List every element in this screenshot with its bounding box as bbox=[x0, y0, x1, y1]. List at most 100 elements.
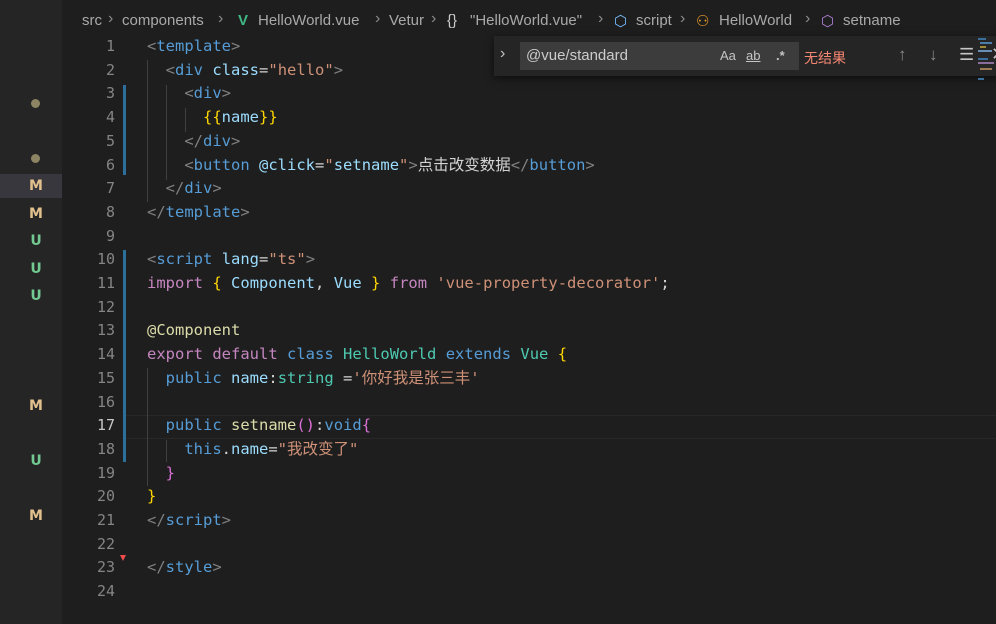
line-number: 21 bbox=[96, 511, 115, 529]
class-icon: ⚇ bbox=[696, 13, 710, 30]
arrow-up-icon[interactable]: ↑ bbox=[898, 45, 907, 65]
method-icon: ⬡ bbox=[821, 13, 835, 30]
code-line[interactable]: 21 </script> bbox=[62, 509, 996, 533]
code-line[interactable]: 5 </div> bbox=[62, 130, 996, 154]
arrow-down-icon[interactable]: ↓ bbox=[929, 45, 938, 65]
code-line[interactable]: 24 bbox=[62, 580, 996, 604]
minimap[interactable] bbox=[976, 38, 996, 88]
code-text[interactable]: } bbox=[147, 462, 175, 486]
line-number: 19 bbox=[96, 463, 115, 482]
chevron-right-icon: › bbox=[108, 10, 114, 27]
git-status-badge: M bbox=[29, 398, 43, 414]
line-number: 6 bbox=[105, 155, 115, 174]
regex-icon[interactable]: .* bbox=[776, 48, 785, 63]
code-line[interactable]: 22 bbox=[62, 533, 996, 557]
find-in-selection-icon[interactable]: ☰ bbox=[959, 45, 974, 65]
git-status-badge: U bbox=[30, 453, 42, 469]
code-line[interactable]: 11 import { Component, Vue } from 'vue-pr… bbox=[62, 272, 996, 296]
breadcrumb-class[interactable]: HelloWorld bbox=[719, 12, 792, 29]
code-text[interactable]: public name:string ='你好我是张三丰' bbox=[147, 367, 480, 391]
line-number: 13 bbox=[96, 321, 115, 340]
line-number: 9 bbox=[105, 226, 115, 245]
code-text[interactable]: this.name="我改变了" bbox=[147, 438, 358, 462]
line-number: 2 bbox=[105, 60, 115, 79]
breadcrumb-script[interactable]: script bbox=[636, 12, 672, 29]
line-number: 4 bbox=[105, 108, 115, 127]
line-number: 5 bbox=[105, 131, 115, 150]
line-number: 1 bbox=[105, 37, 115, 55]
git-status-badge: U bbox=[30, 233, 42, 249]
code-line[interactable]: 8 </template> bbox=[62, 201, 996, 225]
line-number: 3 bbox=[105, 84, 115, 103]
breadcrumb-file[interactable]: HelloWorld.vue bbox=[258, 12, 359, 29]
code-line[interactable]: 16 bbox=[62, 391, 996, 415]
chevron-right-icon: › bbox=[375, 10, 381, 27]
code-text[interactable]: } bbox=[147, 485, 156, 509]
breadcrumb-module[interactable]: "HelloWorld.vue" bbox=[470, 12, 582, 29]
line-number: 24 bbox=[96, 582, 115, 601]
code-text[interactable]: <div> bbox=[147, 82, 231, 106]
code-text[interactable]: </template> bbox=[147, 201, 250, 225]
code-text[interactable]: @Component bbox=[147, 319, 240, 343]
explorer-sidebar: M M U U U M U M bbox=[0, 0, 62, 624]
line-number: 17 bbox=[96, 416, 115, 435]
line-number: 18 bbox=[96, 439, 115, 458]
code-line[interactable]: 23 </style> bbox=[62, 556, 996, 580]
find-result-status: 无结果 bbox=[804, 50, 846, 66]
line-number: 12 bbox=[96, 297, 115, 316]
code-line[interactable]: 15 public name:string ='你好我是张三丰' bbox=[62, 367, 996, 391]
code-text[interactable]: <template> bbox=[147, 35, 240, 59]
line-number: 11 bbox=[96, 274, 115, 292]
code-line[interactable]: 19 } bbox=[62, 462, 996, 486]
code-text[interactable]: export default class HelloWorld extends … bbox=[147, 343, 567, 367]
code-line[interactable]: 9 bbox=[62, 225, 996, 249]
code-text[interactable]: {{name}} bbox=[147, 106, 278, 130]
line-number: 10 bbox=[96, 250, 115, 269]
line-number: 22 bbox=[96, 534, 115, 553]
code-line[interactable]: 6 <button @click="setname">点击改变数据</butto… bbox=[62, 154, 996, 178]
code-line[interactable]: 20} bbox=[62, 485, 996, 509]
code-editor[interactable]: src › components › V HelloWorld.vue › Ve… bbox=[62, 0, 996, 624]
code-text[interactable]: import { Component, Vue } from 'vue-prop… bbox=[147, 272, 670, 296]
find-widget: › @vue/standard Aa ab .* 无结果 ↑ ↓ ☰ ✕ bbox=[494, 36, 996, 76]
code-text[interactable]: <script lang="ts"> bbox=[147, 248, 315, 272]
chevron-right-icon[interactable]: › bbox=[500, 45, 505, 63]
chevron-right-icon: › bbox=[431, 10, 437, 27]
folder-dot-icon bbox=[31, 154, 40, 163]
match-case-icon[interactable]: Aa bbox=[720, 48, 736, 63]
code-line[interactable]: 13 @Component bbox=[62, 319, 996, 343]
code-line[interactable]: 14 export default class HelloWorld extend… bbox=[62, 343, 996, 367]
code-text[interactable]: <div class="hello"> bbox=[147, 59, 343, 83]
code-text[interactable]: public setname():void{ bbox=[147, 414, 371, 438]
whole-word-icon[interactable]: ab bbox=[746, 48, 760, 63]
braces-icon: {} bbox=[447, 12, 458, 29]
code-line[interactable]: 7 </div> bbox=[62, 177, 996, 201]
git-status-badge: M bbox=[29, 206, 43, 222]
code-line[interactable]: 18 this.name="我改变了" bbox=[62, 438, 996, 462]
chevron-right-icon: › bbox=[805, 10, 811, 27]
code-line[interactable]: 4 {{name}} bbox=[62, 106, 996, 130]
breadcrumb-method[interactable]: setname bbox=[843, 12, 901, 29]
code-text[interactable]: </style> bbox=[147, 556, 222, 580]
breadcrumb-vetur[interactable]: Vetur bbox=[389, 12, 424, 29]
chevron-right-icon: › bbox=[218, 10, 224, 27]
code-text[interactable]: </script> bbox=[147, 509, 231, 533]
line-number: 14 bbox=[96, 345, 115, 364]
breadcrumb: src › components › V HelloWorld.vue › Ve… bbox=[62, 10, 996, 34]
code-text[interactable]: </div> bbox=[147, 130, 240, 154]
code-line[interactable]: 10 <script lang="ts"> bbox=[62, 248, 996, 272]
git-status-badge: U bbox=[30, 288, 42, 304]
code-line[interactable]: 3 <div> bbox=[62, 82, 996, 106]
line-number: 7 bbox=[105, 179, 115, 198]
chevron-right-icon: › bbox=[598, 10, 604, 27]
code-text[interactable]: </div> bbox=[147, 177, 222, 201]
breadcrumb-src[interactable]: src bbox=[82, 12, 102, 29]
folder-dot-icon bbox=[31, 99, 40, 108]
breadcrumb-components[interactable]: components bbox=[122, 12, 204, 29]
code-text[interactable]: <button @click="setname">点击改变数据</button> bbox=[147, 154, 594, 178]
code-line[interactable]: 17 public setname():void{ bbox=[62, 414, 996, 438]
line-number: 8 bbox=[105, 202, 115, 221]
code-line[interactable]: 12 bbox=[62, 296, 996, 320]
line-number: 16 bbox=[96, 392, 115, 411]
cube-icon: ⬡ bbox=[614, 13, 628, 30]
